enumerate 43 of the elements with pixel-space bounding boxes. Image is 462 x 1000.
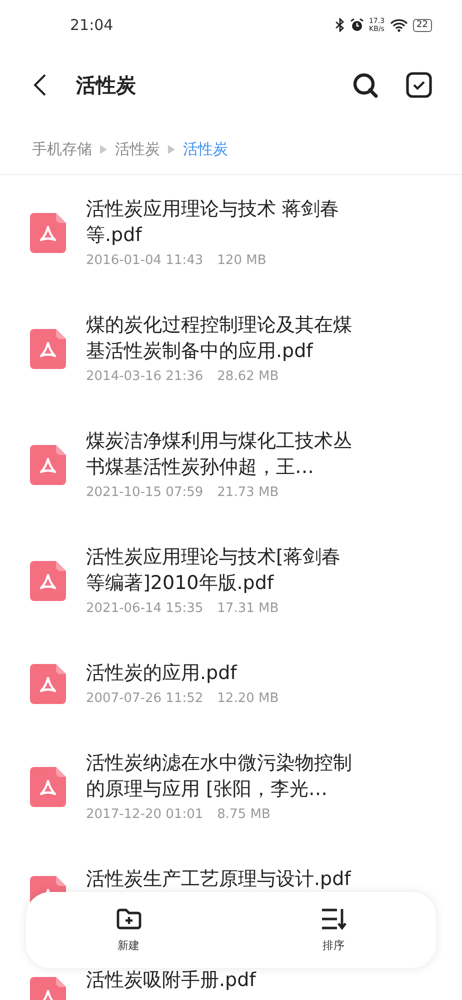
file-date: 2017-12-20 01:01 — [86, 806, 204, 824]
file-name[interactable]: 煤炭洁净煤利用与煤化工技术丛书煤基活性炭孙仲超，王… — [86, 428, 358, 480]
breadcrumb-arrow-icon — [168, 144, 175, 154]
back-button[interactable] — [32, 73, 48, 97]
pdf-file-icon — [30, 561, 66, 601]
file-size: 28.62 MB — [217, 368, 279, 386]
pdf-file-icon — [30, 767, 66, 807]
pdf-file-icon — [30, 664, 66, 704]
file-name[interactable]: 活性炭纳滤在水中微污染物控制的原理与应用 [张阳，李光… — [86, 750, 358, 802]
breadcrumb-arrow-icon — [100, 144, 107, 154]
file-size: 120 MB — [217, 252, 266, 270]
file-date: 2021-10-15 07:59 — [86, 484, 204, 502]
status-time: 21:04 — [70, 16, 114, 34]
folder-title: 活性炭 — [76, 72, 137, 98]
file-date: 2014-03-16 21:36 — [86, 368, 204, 386]
file-name[interactable]: 活性炭应用理论与技术[蒋剑春等编著]2010年版.pdf — [86, 544, 358, 596]
toolbar-label[interactable]: 排序 — [322, 938, 344, 952]
file-date: 2021-06-14 15:35 — [86, 600, 204, 618]
file-name[interactable]: 活性炭生产工艺原理与设计.pdf — [86, 866, 351, 892]
pdf-file-icon — [30, 213, 66, 253]
pdf-file-icon — [30, 445, 66, 485]
battery-level: 22 — [412, 18, 432, 32]
file-size: 8.75 MB — [217, 806, 270, 824]
sort-icon[interactable] — [320, 908, 346, 930]
file-size: 12.20 MB — [217, 690, 279, 708]
wifi-icon — [390, 18, 408, 32]
file-date: 2007-07-26 11:52 — [86, 690, 204, 708]
breadcrumb-item[interactable]: 活性炭 — [115, 140, 160, 158]
toolbar-label[interactable]: 新建 — [118, 938, 140, 952]
breadcrumb-item[interactable]: 手机存储 — [32, 140, 92, 158]
select-checkbox-icon[interactable] — [406, 72, 432, 98]
file-size: 21.73 MB — [217, 484, 279, 502]
new-folder-icon[interactable] — [116, 908, 142, 930]
alarm-icon — [350, 18, 364, 32]
file-date: 2016-01-04 11:43 — [86, 252, 204, 270]
file-size: 17.31 MB — [217, 600, 279, 618]
pdf-file-icon — [30, 329, 66, 369]
search-icon[interactable] — [352, 72, 378, 98]
file-name[interactable]: 活性炭吸附手册.pdf — [86, 967, 256, 993]
file-name[interactable]: 活性炭的应用.pdf — [86, 660, 279, 686]
file-name[interactable]: 活性炭应用理论与技术 蒋剑春等.pdf — [86, 196, 358, 248]
bluetooth-icon — [334, 18, 345, 32]
file-name[interactable]: 煤的炭化过程控制理论及其在煤基活性炭制备中的应用.pdf — [86, 312, 358, 364]
